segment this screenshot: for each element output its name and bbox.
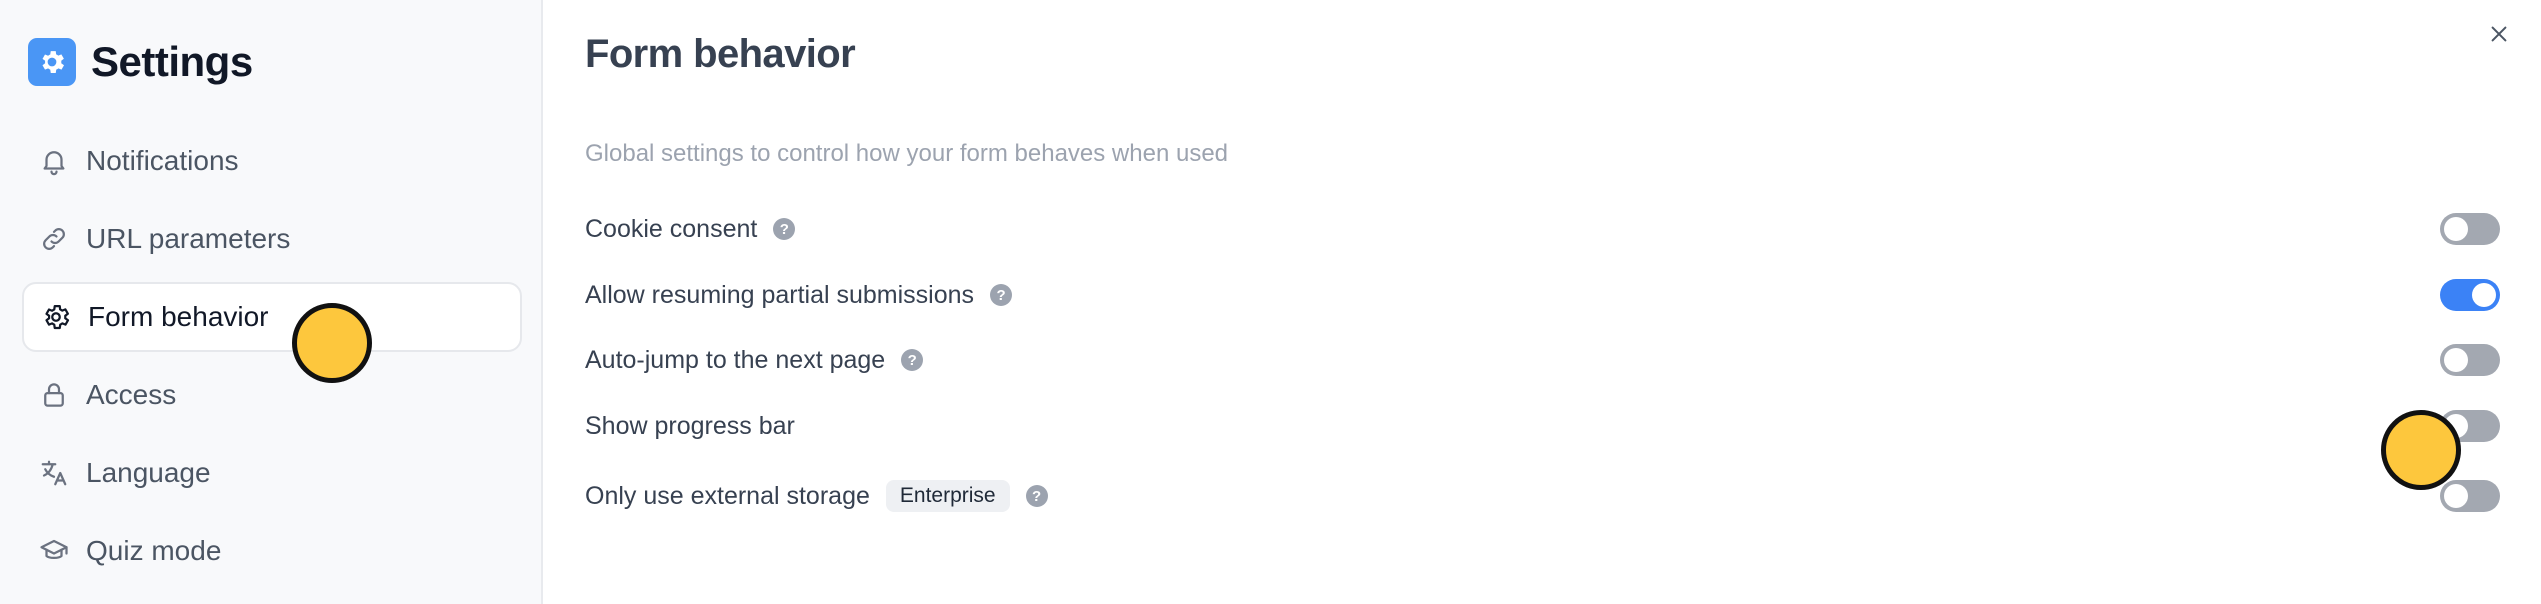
link-icon: [38, 223, 70, 255]
lock-icon: [38, 379, 70, 411]
page-title: Form behavior: [585, 32, 856, 76]
sidebar-item-form-behavior[interactable]: Form behavior: [22, 282, 522, 352]
gear-icon: [40, 301, 72, 333]
sidebar-item-label: URL parameters: [86, 223, 291, 254]
settings-nav: Notifications URL parameters Form behavi…: [22, 126, 522, 594]
sidebar-item-notifications[interactable]: Notifications: [22, 126, 522, 196]
option-label: Auto-jump to the next page: [585, 345, 886, 374]
external-storage-toggle[interactable]: [2440, 480, 2500, 512]
cursor-marker: [2381, 410, 2461, 490]
close-button[interactable]: [2481, 18, 2517, 54]
toggle-knob: [2444, 484, 2468, 508]
sidebar-item-url-parameters[interactable]: URL parameters: [22, 204, 522, 274]
settings-panel: Form behavior Global settings to control…: [545, 0, 2541, 604]
page-description: Global settings to control how your form…: [585, 140, 1229, 167]
cookie-consent-toggle[interactable]: [2440, 213, 2500, 245]
toggle-knob: [2444, 217, 2468, 241]
sidebar-title: Settings: [91, 38, 253, 85]
option-label: Only use external storage: [585, 481, 870, 510]
toggle-knob: [2472, 283, 2496, 307]
enterprise-badge: Enterprise: [885, 480, 1010, 512]
sidebar-item-label: Form behavior: [88, 301, 269, 332]
help-icon[interactable]: ?: [1025, 485, 1048, 507]
cursor-marker: [292, 303, 372, 383]
help-icon[interactable]: ?: [990, 284, 1013, 306]
toggle-knob: [2444, 348, 2468, 372]
option-resume-partial: Allow resuming partial submissions ?: [585, 275, 2541, 315]
help-icon[interactable]: ?: [773, 218, 796, 240]
sidebar-item-language[interactable]: Language: [22, 438, 522, 508]
sidebar-item-label: Access: [86, 379, 177, 410]
close-icon: [2488, 23, 2510, 50]
sidebar-item-quiz-mode[interactable]: Quiz mode: [22, 516, 522, 586]
sidebar-item-label: Quiz mode: [86, 535, 222, 566]
option-label: Show progress bar: [585, 411, 795, 440]
bell-icon: [38, 145, 70, 177]
settings-sidebar: Settings Notifications URL parameters Fo…: [0, 0, 543, 604]
translate-icon: [38, 457, 70, 489]
auto-jump-toggle[interactable]: [2440, 344, 2500, 376]
sidebar-item-label: Notifications: [86, 145, 239, 176]
option-progress-bar: Show progress bar: [585, 406, 2541, 446]
option-external-storage: Only use external storage Enterprise ?: [585, 476, 2541, 516]
option-label: Cookie consent: [585, 214, 758, 243]
sidebar-item-label: Language: [86, 457, 211, 488]
option-auto-jump: Auto-jump to the next page ?: [585, 340, 2541, 380]
help-icon[interactable]: ?: [901, 349, 924, 371]
option-label: Allow resuming partial submissions: [585, 280, 975, 309]
graduation-cap-icon: [38, 535, 70, 567]
sidebar-brand: Settings: [28, 38, 253, 86]
sidebar-item-access[interactable]: Access: [22, 360, 522, 430]
settings-logo-icon: [28, 38, 76, 86]
resume-partial-toggle[interactable]: [2440, 279, 2500, 311]
option-cookie-consent: Cookie consent ?: [585, 209, 2541, 249]
